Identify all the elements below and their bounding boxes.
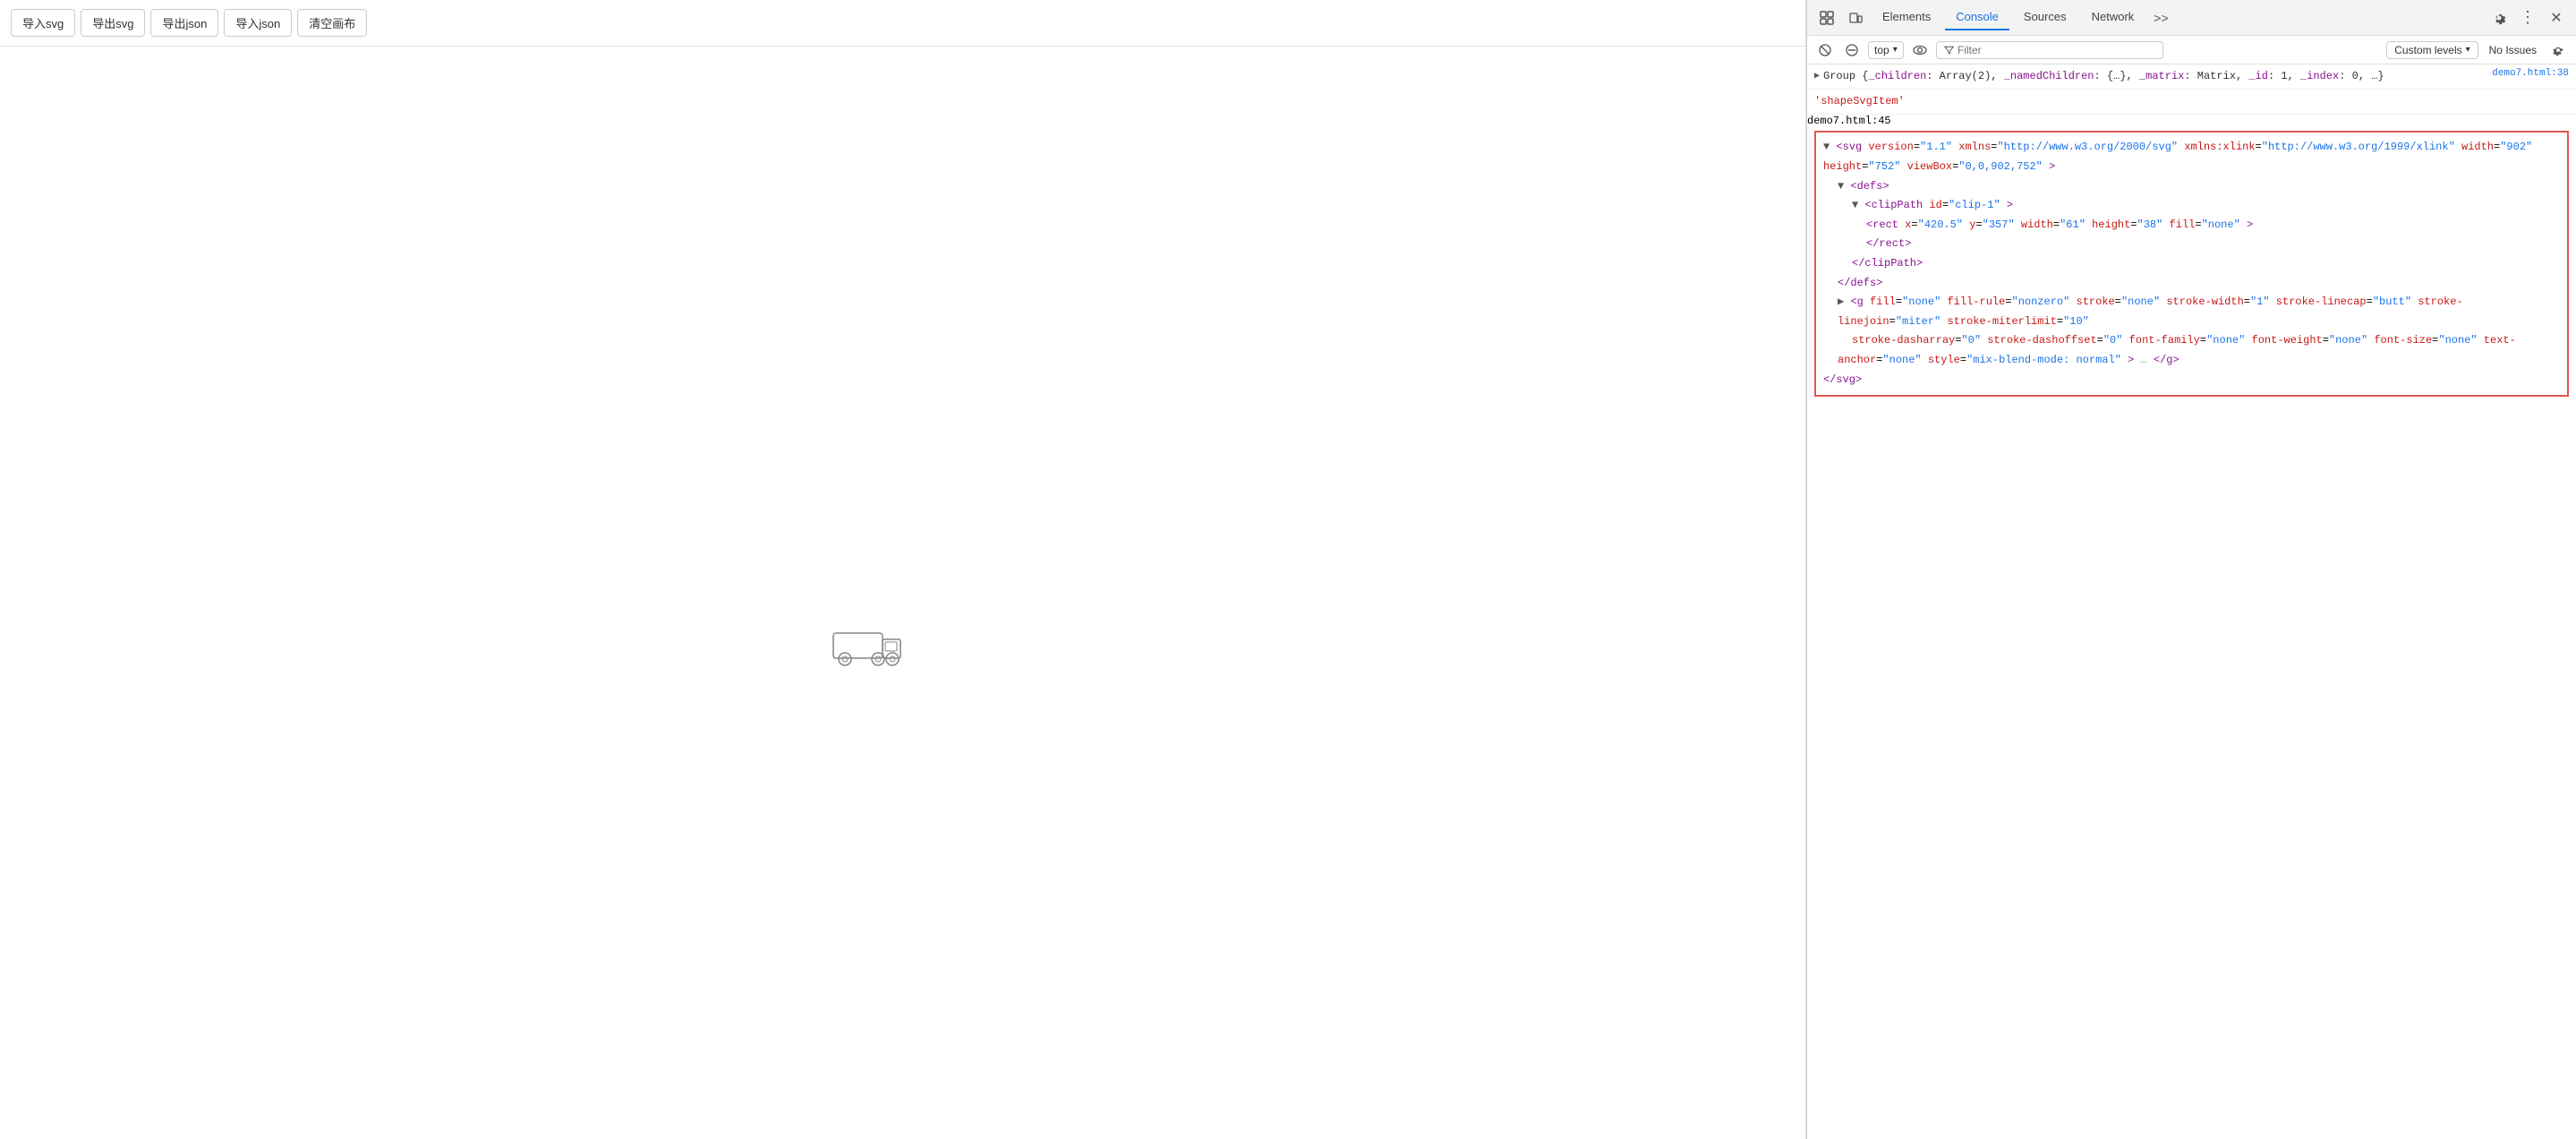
- string-value: 'shapeSvgItem': [1814, 95, 1905, 107]
- log-text-1: Group {_children: Array(2), _namedChildr…: [1823, 68, 2384, 85]
- svg-block: ▼ <svg version="1.1" xmlns="http://www.w…: [1814, 131, 2569, 397]
- expand-triangle-1[interactable]: ▶: [1814, 70, 1820, 84]
- console-output: demo7.html:38 ▶ Group {_children: Array(…: [1807, 64, 2576, 1139]
- clippath-expand[interactable]: ▼: [1852, 199, 1858, 211]
- svg-clippath: ▼ <clipPath id="clip-1" >: [1823, 196, 2560, 216]
- tab-network[interactable]: Network: [2081, 4, 2145, 30]
- canvas-truck-icon: [832, 620, 903, 673]
- canvas-content: [0, 47, 1805, 1139]
- console-settings-icon[interactable]: [2547, 39, 2569, 61]
- clear-canvas-button[interactable]: 清空画布: [297, 9, 367, 37]
- svg-rect-close: </rect>: [1823, 235, 2560, 254]
- inspect-element-icon[interactable]: [1814, 5, 1839, 30]
- device-toolbar-icon[interactable]: [1843, 5, 1868, 30]
- console-toolbar: top ▾ Custom levels ▾ No Issues: [1807, 36, 2576, 64]
- close-devtools-icon[interactable]: ✕: [2544, 5, 2569, 30]
- toolbar: 导入svg 导出svg 导出json 导入json 清空画布: [0, 0, 1805, 47]
- no-issues-button[interactable]: No Issues: [2484, 42, 2542, 58]
- custom-levels-label: Custom levels: [2394, 44, 2461, 56]
- import-svg-button[interactable]: 导入svg: [11, 9, 75, 37]
- devtools-panel: Elements Console Sources Network >> ⋮ ✕: [1806, 0, 2576, 1139]
- top-label: top: [1874, 44, 1889, 56]
- log-text-2: 'shapeSvgItem': [1814, 93, 1905, 110]
- children-key: _children: [1868, 70, 1926, 82]
- settings-icon[interactable]: [2486, 5, 2512, 30]
- filter-input[interactable]: [1958, 44, 2156, 56]
- chevron-down-icon2: ▾: [2466, 45, 2470, 55]
- svg-expand-triangle[interactable]: ▼: [1823, 141, 1830, 153]
- custom-levels-button[interactable]: Custom levels ▾: [2386, 41, 2478, 59]
- svg-defs-close: </defs>: [1823, 274, 2560, 294]
- devtools-tab-bar: Elements Console Sources Network >> ⋮ ✕: [1807, 0, 2576, 36]
- import-json-button[interactable]: 导入json: [224, 9, 292, 37]
- tab-elements[interactable]: Elements: [1872, 4, 1941, 30]
- file-link-1[interactable]: demo7.html:38: [2492, 68, 2569, 79]
- filter-icon: [1944, 45, 1954, 56]
- clear-console-button[interactable]: [1814, 39, 1836, 61]
- no-icon[interactable]: [1841, 39, 1863, 61]
- tab-console[interactable]: Console: [1945, 4, 2009, 30]
- console-entry-string: 'shapeSvgItem': [1807, 90, 2576, 115]
- more-options-icon[interactable]: ⋮: [2515, 5, 2540, 30]
- svg-close: </svg>: [1823, 371, 2560, 390]
- canvas-area: 导入svg 导出svg 导出json 导入json 清空画布: [0, 0, 1806, 1139]
- svg-defs: ▼ <defs>: [1823, 177, 2560, 197]
- group-label: Group {: [1823, 70, 1868, 82]
- export-json-button[interactable]: 导出json: [150, 9, 218, 37]
- tab-sources[interactable]: Sources: [2013, 4, 2077, 30]
- console-filter: [1936, 41, 2164, 59]
- defs-expand[interactable]: ▼: [1838, 180, 1844, 193]
- live-expressions-icon[interactable]: [1909, 39, 1931, 61]
- chevron-down-icon: ▾: [1893, 45, 1898, 55]
- svg-g: ▶ <g fill="none" fill-rule="nonzero" str…: [1823, 293, 2560, 370]
- svg-clippath-close: </clipPath>: [1823, 254, 2560, 274]
- more-tabs-button[interactable]: >>: [2148, 7, 2173, 29]
- file-link-2[interactable]: demo7.html:45: [1807, 115, 1891, 127]
- svg-rect: <rect x="420.5" y="357" width="61" heigh…: [1823, 216, 2560, 236]
- export-svg-button[interactable]: 导出svg: [81, 9, 145, 37]
- execution-context-select[interactable]: top ▾: [1868, 41, 1904, 59]
- console-entry-group: demo7.html:38 ▶ Group {_children: Array(…: [1807, 64, 2576, 90]
- g-expand[interactable]: ▶: [1838, 295, 1844, 308]
